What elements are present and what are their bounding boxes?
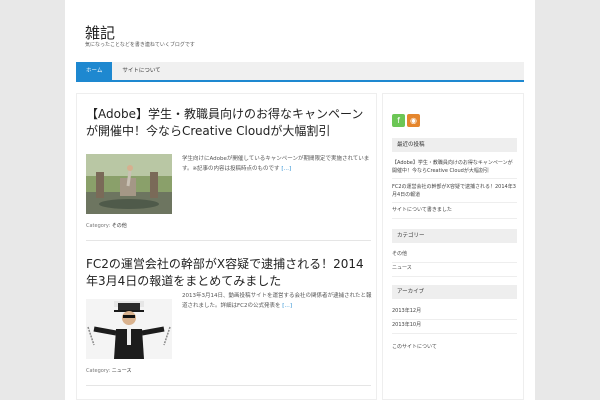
post-category: Category: ニュース xyxy=(86,367,132,374)
feedly-icon[interactable]: f xyxy=(392,114,405,127)
category-link[interactable]: その他 xyxy=(112,223,127,229)
post-divider xyxy=(86,240,371,241)
main-navigation: ホーム サイトについて xyxy=(76,62,524,82)
archive-link[interactable]: 2013年10月 xyxy=(392,322,517,334)
post-excerpt: 2013年3月14日、動画投稿サイトを運営する会社の関係者が逮捕されたと報道され… xyxy=(182,291,372,311)
site-title[interactable]: 雑記 xyxy=(85,22,115,43)
widget-heading-recent-posts: 最近の投稿 xyxy=(392,138,517,152)
about-site-link[interactable]: このサイトについて xyxy=(392,344,517,355)
post-excerpt-text: 学生向けにAdobeが開催しているキャンペーンが期間限定で実施されています。※記… xyxy=(182,156,370,172)
category-label: Category: xyxy=(86,223,111,229)
category-label: Category: xyxy=(86,368,111,374)
read-more-link[interactable]: […] xyxy=(282,303,292,309)
category-link[interactable]: その他 xyxy=(392,251,517,263)
category-link[interactable]: ニュース xyxy=(392,265,517,277)
post-thumbnail[interactable] xyxy=(86,299,172,359)
read-more-link[interactable]: […] xyxy=(281,166,291,172)
widget-heading-categories: カテゴリー xyxy=(392,229,517,243)
social-buttons: f ◉ xyxy=(392,108,422,127)
recent-post-link[interactable]: FC2の運営会社の幹部がX容疑で逮捕される！2014年3月4日の報道 xyxy=(392,184,517,203)
recent-post-link[interactable]: 【Adobe】学生・教職員向けのお得なキャンペーンが開催中！今ならCreativ… xyxy=(392,160,517,179)
recent-post-link[interactable]: サイトについて書きました xyxy=(392,207,517,219)
category-link[interactable]: ニュース xyxy=(112,368,132,374)
rss-icon[interactable]: ◉ xyxy=(407,114,420,127)
sidebar: f ◉ 最近の投稿 【Adobe】学生・教職員向けのお得なキャンペーンが開催中！今… xyxy=(382,93,524,400)
post-entry: 【Adobe】学生・教職員向けのお得なキャンペーンが開催中！今ならCreativ… xyxy=(86,106,371,140)
site-description: 気になったことなどを書き連ねていくブログです xyxy=(85,42,195,48)
post-thumbnail[interactable] xyxy=(86,154,172,214)
widget-heading-archives: アーカイブ xyxy=(392,285,517,299)
page-container: 雑記 気になったことなどを書き連ねていくブログです ホーム サイトについて 【A… xyxy=(65,0,535,400)
post-entry: FC2の運営会社の幹部がX容疑で逮捕される！2014年3月4日の報道をまとめてみ… xyxy=(86,256,371,290)
post-list: 【Adobe】学生・教職員向けのお得なキャンペーンが開催中！今ならCreativ… xyxy=(76,93,377,400)
archive-link[interactable]: 2013年12月 xyxy=(392,308,517,320)
post-divider xyxy=(86,385,371,386)
post-category: Category: その他 xyxy=(86,222,127,229)
nav-item-home[interactable]: ホーム xyxy=(76,62,113,80)
post-title[interactable]: 【Adobe】学生・教職員向けのお得なキャンペーンが開催中！今ならCreativ… xyxy=(86,106,371,140)
post-title[interactable]: FC2の運営会社の幹部がX容疑で逮捕される！2014年3月4日の報道をまとめてみ… xyxy=(86,256,371,290)
post-excerpt-text: 2013年3月14日、動画投稿サイトを運営する会社の関係者が逮捕されたと報道され… xyxy=(182,293,372,309)
post-excerpt: 学生向けにAdobeが開催しているキャンペーンが期間限定で実施されています。※記… xyxy=(182,154,372,174)
nav-item-about[interactable]: サイトについて xyxy=(112,62,170,80)
